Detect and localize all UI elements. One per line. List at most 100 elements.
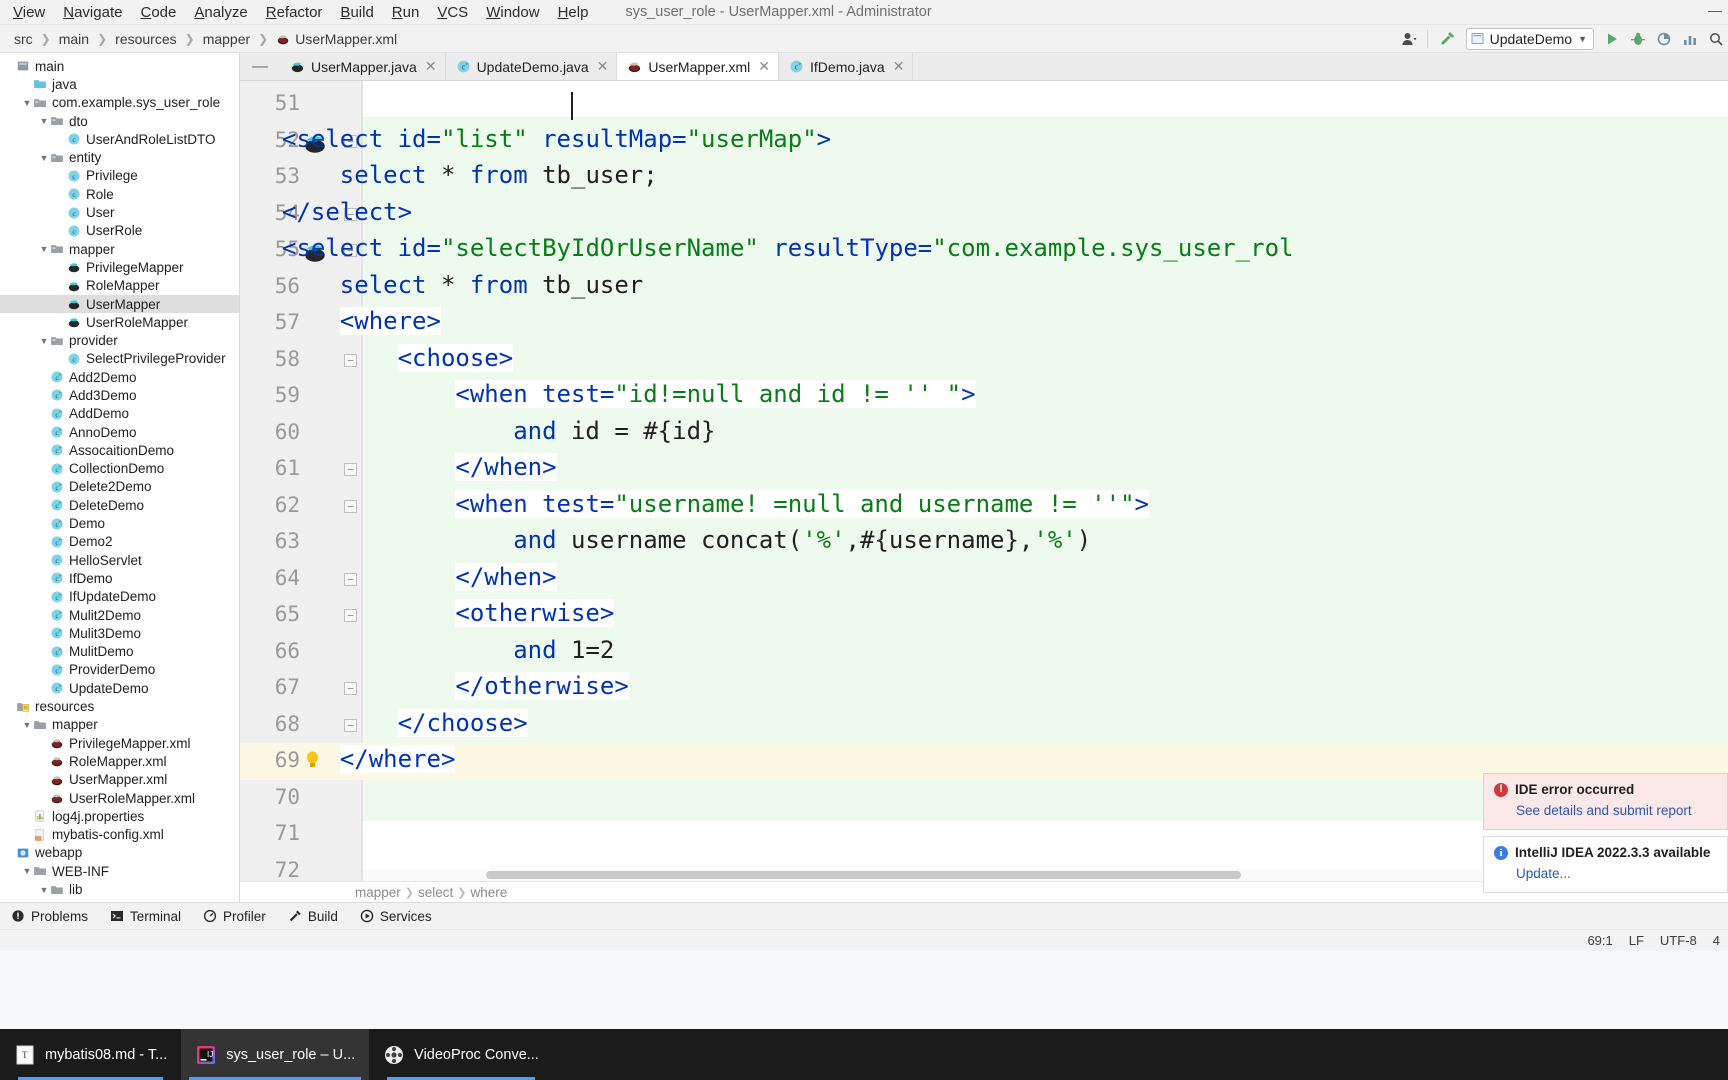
code-line[interactable]: <select id="selectByIdOrUserName" result…	[282, 234, 1293, 262]
code-line[interactable]: and username concat('%',#{username},'%')	[513, 526, 1091, 554]
code-line[interactable]: </select>	[282, 198, 412, 226]
chevron-down-icon[interactable]: ▼	[38, 336, 50, 346]
code-breadcrumb-item-select[interactable]: select	[418, 885, 453, 900]
tool-window-button-services[interactable]: Services	[349, 903, 443, 929]
hammer-build-icon[interactable]	[1438, 30, 1456, 48]
intention-bulb-icon[interactable]	[304, 750, 321, 769]
code-fold-toggle[interactable]: −	[344, 499, 357, 513]
code-line[interactable]: <when test="id!=null and id != '' ">	[455, 380, 976, 408]
tree-node-dto[interactable]: ▼ dto	[0, 112, 239, 130]
tree-node-resources[interactable]: resources	[0, 697, 239, 715]
caret-position[interactable]: 69:1	[1587, 933, 1612, 948]
tree-node-demo[interactable]: c Demo	[0, 514, 239, 532]
code-line[interactable]: </when>	[455, 562, 557, 591]
tree-node-privilegemapper-xml[interactable]: PrivilegeMapper.xml	[0, 734, 239, 752]
breadcrumb-item-mapper[interactable]: mapper	[199, 30, 254, 48]
menu-item-refactor[interactable]: Refactor	[257, 2, 332, 23]
editor-tab-ifdemo-java[interactable]: c IfDemo.java ✕	[779, 53, 914, 80]
tree-node-adddemo[interactable]: c AddDemo	[0, 405, 239, 423]
tree-node-com-example-sys-user-role[interactable]: ▼ com.example.sys_user_role	[0, 94, 239, 112]
code-line[interactable]: and 1=2	[513, 636, 614, 664]
tree-node-webapp[interactable]: webapp	[0, 844, 239, 862]
code-line[interactable]: <select id="list" resultMap="userMap">	[282, 125, 831, 153]
close-icon[interactable]: ✕	[756, 58, 770, 75]
run-configuration-selector[interactable]: UpdateDemo ▼	[1465, 27, 1594, 50]
coverage-icon[interactable]	[1656, 31, 1672, 47]
breadcrumb-item-resources[interactable]: resources	[111, 30, 180, 48]
breadcrumb-item-src[interactable]: src	[10, 30, 37, 48]
menu-item-view[interactable]: View	[4, 2, 54, 23]
tree-node-mulit2demo[interactable]: c Mulit2Demo	[0, 606, 239, 624]
chevron-down-icon[interactable]: ▼	[1578, 34, 1587, 44]
close-icon[interactable]: ✕	[891, 58, 905, 75]
debug-icon[interactable]	[1630, 31, 1646, 47]
editor-tab-usermapper-xml[interactable]: UserMapper.xml ✕	[617, 53, 780, 80]
tree-node-deletedemo[interactable]: c DeleteDemo	[0, 496, 239, 514]
code-line[interactable]: <where>	[339, 307, 441, 335]
menu-item-run[interactable]: Run	[383, 2, 429, 23]
tree-node-main[interactable]: main	[0, 57, 239, 75]
line-separator[interactable]: LF	[1629, 933, 1644, 948]
notification-link[interactable]: Update...	[1516, 866, 1717, 881]
editor-tab-usermapper-java[interactable]: UserMapper.java ✕	[280, 53, 446, 80]
breadcrumb-item-main[interactable]: main	[55, 30, 93, 48]
code-fold-toggle[interactable]: −	[344, 682, 357, 695]
tree-node-web-inf[interactable]: ▼ WEB-INF	[0, 862, 239, 880]
tree-node-usermapper[interactable]: UserMapper	[0, 294, 239, 314]
chevron-down-icon[interactable]: ▼	[21, 720, 33, 730]
tree-node-selectprivilegeprovider[interactable]: c SelectPrivilegeProvider	[0, 350, 239, 368]
tree-node-entity[interactable]: ▼ entity	[0, 148, 239, 166]
taskbar-item-0[interactable]: Tmybatis08.md - T...	[0, 1029, 181, 1080]
code-editor[interactable]: 51 52− <select id="list" resultMap="userMa…	[240, 81, 1728, 881]
tree-node-rolemapper-xml[interactable]: RoleMapper.xml	[0, 752, 239, 770]
code-line[interactable]: </choose>	[397, 708, 528, 737]
editor-tab-updatedemo-java[interactable]: c UpdateDemo.java ✕	[446, 53, 618, 80]
tree-node-ifdemo[interactable]: c IfDemo	[0, 569, 239, 587]
chevron-down-icon[interactable]: ▼	[38, 244, 50, 254]
file-encoding[interactable]: UTF-8	[1660, 933, 1697, 948]
code-fold-toggle[interactable]: −	[344, 572, 357, 586]
code-breadcrumb-item-mapper[interactable]: mapper	[355, 885, 401, 900]
tree-node-mapper[interactable]: ▼ mapper	[0, 716, 239, 734]
project-tool-window[interactable]: main java ▼ com.example.sys_user_role ▼ dto c U…	[0, 53, 240, 902]
tree-node-role[interactable]: c Role	[0, 185, 239, 203]
code-fold-toggle[interactable]: −	[344, 463, 357, 476]
indent-size[interactable]: 4	[1713, 933, 1720, 948]
code-line[interactable]: </otherwise>	[455, 672, 629, 700]
code-line[interactable]: and id = #{id}	[513, 417, 715, 445]
tree-node-mulitdemo[interactable]: c MulitDemo	[0, 643, 239, 661]
tree-node-assocaitiondemo[interactable]: c AssocaitionDemo	[0, 441, 239, 459]
tree-node-user[interactable]: c User	[0, 203, 239, 221]
user-avatar-icon[interactable]	[1401, 31, 1417, 47]
menu-item-vcs[interactable]: VCS	[428, 2, 477, 23]
run-icon[interactable]	[1604, 31, 1620, 47]
tree-node-mybatis-config-xml[interactable]: <> mybatis-config.xml	[0, 825, 239, 843]
tool-window-button-terminal[interactable]: Terminal	[99, 903, 192, 929]
tree-node-lib[interactable]: ▼ lib	[0, 880, 239, 898]
tree-node-userandrolelistdto[interactable]: c UserAndRoleListDTO	[0, 130, 239, 148]
tree-node-usermapper-xml[interactable]: UserMapper.xml	[0, 771, 239, 789]
hide-tabs-button[interactable]: —	[240, 53, 280, 80]
tree-node-log4j-properties[interactable]: log4j.properties	[0, 807, 239, 825]
chevron-down-icon[interactable]: ▼	[21, 98, 33, 108]
tree-node-privilege[interactable]: c Privilege	[0, 167, 239, 185]
menu-item-navigate[interactable]: Navigate	[54, 2, 131, 23]
chevron-down-icon[interactable]: ▼	[38, 116, 50, 126]
code-line[interactable]: select * from tb_user;	[340, 161, 658, 189]
tree-node-mapper[interactable]: ▼ mapper	[0, 240, 239, 258]
tree-node-rolemapper[interactable]: RoleMapper	[0, 277, 239, 295]
notification-update-available[interactable]: i IntelliJ IDEA 2022.3.3 available Updat…	[1483, 836, 1728, 893]
tree-node-userrolemapper-xml[interactable]: UserRoleMapper.xml	[0, 789, 239, 807]
chevron-down-icon[interactable]: ▼	[38, 153, 50, 163]
horizontal-scrollbar[interactable]	[486, 871, 1241, 879]
profile-icon[interactable]	[1682, 31, 1698, 47]
tree-node-collectiondemo[interactable]: c CollectionDemo	[0, 460, 239, 478]
menu-item-code[interactable]: Code	[131, 2, 185, 23]
tree-node-helloservlet[interactable]: c HelloServlet	[0, 551, 239, 569]
tree-node-privilegemapper[interactable]: PrivilegeMapper	[0, 258, 239, 276]
menu-item-help[interactable]: Help	[549, 2, 598, 23]
code-line[interactable]: select * from tb_user	[340, 271, 643, 299]
project-tree[interactable]: main java ▼ com.example.sys_user_role ▼ dto c U…	[0, 53, 239, 899]
tree-node-add2demo[interactable]: c Add2Demo	[0, 368, 239, 386]
code-fold-toggle[interactable]: −	[344, 353, 357, 367]
